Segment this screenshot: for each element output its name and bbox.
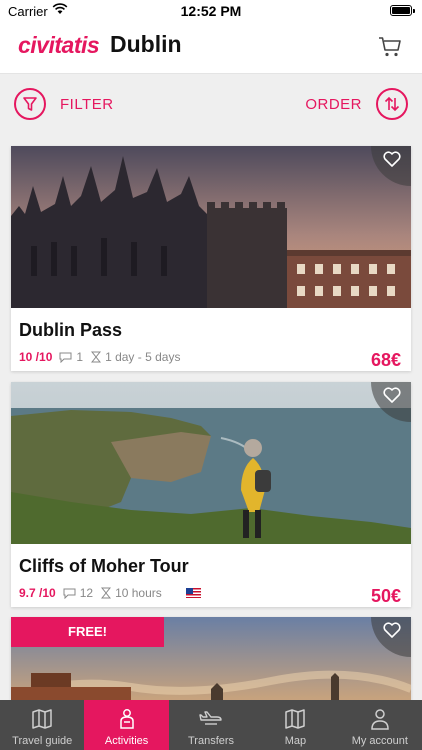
activity-photo xyxy=(11,382,411,544)
plane-icon xyxy=(199,711,222,725)
comment-icon xyxy=(63,588,76,599)
clock: 12:52 PM xyxy=(180,3,242,19)
app-header: civitatis Dublin xyxy=(0,22,422,74)
person-icon xyxy=(119,709,134,729)
battery-icon xyxy=(390,5,415,16)
review-count: 12 xyxy=(79,586,94,600)
activity-card[interactable]: Dublin Pass 10 /10 1 1 day - 5 days 68€ xyxy=(11,146,411,371)
filter-button[interactable] xyxy=(14,88,46,120)
cart-icon[interactable] xyxy=(378,36,402,58)
tab-activities[interactable]: Activities xyxy=(84,700,169,750)
activity-meta: 10 /10 1 1 day - 5 days xyxy=(19,350,180,364)
map-book-icon xyxy=(32,709,52,729)
filter-label[interactable]: FILTER xyxy=(60,96,114,113)
heart-icon xyxy=(383,387,401,403)
funnel-icon xyxy=(23,97,37,111)
price: 50€ xyxy=(370,586,401,606)
tab-travel-guide[interactable]: Travel guide xyxy=(0,700,84,750)
filter-bar: FILTER ORDER xyxy=(0,74,422,136)
rating: 9.7 /10 xyxy=(19,586,56,600)
activity-card[interactable]: Cliffs of Moher Tour 9.7 /10 12 10 hours… xyxy=(11,382,411,607)
tab-label: My account xyxy=(351,735,408,747)
hourglass-icon xyxy=(91,351,102,363)
activity-meta: 9.7 /10 12 10 hours xyxy=(19,586,201,600)
heart-icon xyxy=(383,151,401,167)
map-icon xyxy=(285,709,306,729)
rating: 10 /10 xyxy=(19,350,53,364)
price: 68€ xyxy=(370,350,401,370)
review-count: 1 xyxy=(76,350,84,364)
duration: 1 day - 5 days xyxy=(105,350,181,364)
comment-icon xyxy=(59,352,72,363)
tab-my-account[interactable]: My account xyxy=(338,700,422,750)
hourglass-icon xyxy=(101,587,112,599)
activity-title[interactable]: Cliffs of Moher Tour xyxy=(19,556,189,577)
order-button[interactable] xyxy=(376,88,408,120)
status-bar: Carrier 12:52 PM xyxy=(0,0,422,22)
activity-photo xyxy=(11,146,411,308)
tab-label: Activities xyxy=(104,735,149,747)
tab-bar: Travel guide Activities Transfers Map My… xyxy=(0,700,422,750)
tab-transfers[interactable]: Transfers xyxy=(169,700,253,750)
tab-map[interactable]: Map xyxy=(253,700,337,750)
tab-label: Map xyxy=(284,735,307,747)
us-flag-icon xyxy=(185,588,201,598)
activity-title[interactable]: Dublin Pass xyxy=(19,320,122,341)
heart-icon xyxy=(383,622,401,638)
tab-label: Transfers xyxy=(187,735,235,747)
duration: 10 hours xyxy=(115,586,162,600)
page-title: Dublin xyxy=(110,31,182,57)
user-icon xyxy=(371,709,389,730)
order-label[interactable]: ORDER xyxy=(305,96,362,113)
tab-label: Travel guide xyxy=(12,735,73,747)
sort-arrows-icon xyxy=(384,96,400,112)
free-badge: FREE! xyxy=(11,617,164,647)
brand-logo[interactable]: civitatis xyxy=(18,32,100,59)
